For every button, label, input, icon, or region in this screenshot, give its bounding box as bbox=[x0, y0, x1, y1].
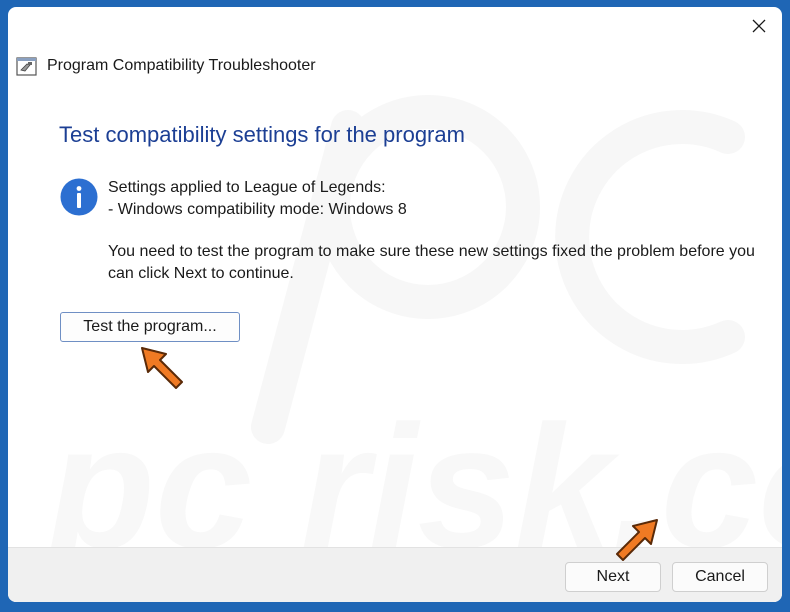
info-icon bbox=[60, 178, 98, 216]
instruction-text: You need to test the program to make sur… bbox=[108, 243, 755, 282]
page-heading: Test compatibility settings for the prog… bbox=[59, 122, 465, 147]
troubleshooter-window: pc risk.com Program Compatibility Troubl… bbox=[8, 7, 782, 602]
close-button[interactable] bbox=[736, 7, 782, 45]
close-icon bbox=[752, 19, 766, 33]
dialog-footer: Next Cancel bbox=[8, 547, 782, 602]
cancel-button[interactable]: Cancel bbox=[672, 562, 768, 592]
watermark: pc risk.com bbox=[44, 95, 782, 585]
test-program-button[interactable]: Test the program... bbox=[60, 312, 240, 342]
title-bar: Program Compatibility Troubleshooter bbox=[16, 55, 316, 77]
settings-applied-text: Settings applied to League of Legends: bbox=[108, 179, 386, 196]
compatibility-mode-text: - Windows compatibility mode: Windows 8 bbox=[108, 201, 407, 218]
window-title: Program Compatibility Troubleshooter bbox=[47, 57, 316, 74]
next-button[interactable]: Next bbox=[565, 562, 661, 592]
troubleshooter-app-icon bbox=[16, 56, 37, 76]
arrow-pointer-icon bbox=[141, 347, 183, 389]
